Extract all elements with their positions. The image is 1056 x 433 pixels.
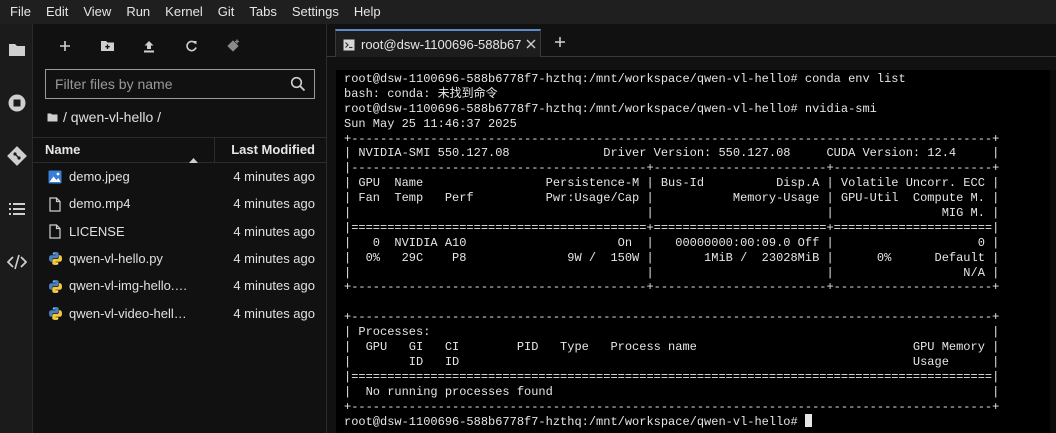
breadcrumb-path[interactable]: / qwen-vl-hello / [63,109,161,125]
file-icon [47,224,63,240]
terminal-line: +---------------------------------------… [344,280,1000,295]
python-file-icon [47,251,63,267]
terminal-line: +---------------------------------------… [344,399,1000,414]
terminal-icon [343,38,355,51]
terminal-output: root@dsw-1100696-588b6778f7-hzthq:/mnt/w… [344,72,999,430]
column-header-name[interactable]: Name [33,138,215,163]
terminal-line: |=======================================… [344,220,1000,235]
tab-label: root@dsw-1100696-588b677 [361,36,521,52]
terminal-cursor [804,414,812,428]
python-file-icon [47,306,63,322]
terminal-line: | GPU Name Persistence-M | Bus-Id Disp.A… [344,176,1000,191]
menu-edit[interactable]: Edit [40,0,74,24]
terminal-line: |---------------------------------------… [344,161,1000,176]
git-clone-icon[interactable] [223,36,243,56]
file-name: demo.mp4 [69,196,131,212]
menu-settings[interactable]: Settings [286,0,345,24]
activity-bar [0,24,33,433]
running-icon[interactable] [5,91,28,114]
file-last-modified: 4 minutes ago [233,305,315,321]
file-last-modified: 4 minutes ago [233,250,315,266]
file-name: qwen-vl-hello.py [69,250,163,266]
extensions-icon[interactable] [5,250,28,273]
plus-icon [555,37,565,47]
terminal-prompt: root@dsw-1100696-588b6778f7-hzthq:/mnt/w… [344,415,805,430]
file-list-header: Name Last Modified [33,137,327,163]
new-launcher-icon[interactable] [55,36,75,56]
file-row[interactable]: qwen-vl-hello.py 4 minutes ago [33,245,327,272]
file-row[interactable]: qwen-vl-img-hello.… 4 minutes ago [33,272,327,299]
file-last-modified: 4 minutes ago [233,169,315,184]
git-icon[interactable] [5,144,28,167]
file-browser-toolbar [33,32,327,60]
file-row[interactable]: LICENSE 4 minutes ago [33,218,327,245]
terminal-line: root@dsw-1100696-588b6778f7-hzthq:/mnt/w… [344,101,877,116]
terminal-line: | ID ID Usage | [344,354,1000,369]
folder-icon[interactable] [5,38,28,61]
terminal-line: +---------------------------------------… [344,310,1000,325]
file-row[interactable]: qwen-vl-video-hell… 4 minutes ago [33,300,327,327]
python-file-icon [47,278,63,294]
file-row[interactable]: demo.jpeg 4 minutes ago [33,163,327,190]
file-name: qwen-vl-video-hell… [69,305,187,321]
menu-help[interactable]: Help [348,0,387,24]
terminal-line: root@dsw-1100696-588b6778f7-hzthq:/mnt/w… [344,72,906,86]
terminal-line: +---------------------------------------… [344,131,1000,146]
menu-tabs[interactable]: Tabs [243,0,282,24]
tab-bar: root@dsw-1100696-588b677 [327,29,1056,57]
upload-icon[interactable] [139,36,159,56]
file-name: demo.jpeg [69,169,130,184]
terminal-line: | Processes: | [344,325,1000,340]
menu-bar: File Edit View Run Kernel Git Tabs Settings Help [0,0,1056,24]
terminal-prompt-line[interactable]: root@dsw-1100696-588b6778f7-hzthq:/mnt/w… [344,414,999,430]
close-icon[interactable] [523,36,539,52]
menu-file[interactable]: File [4,0,37,24]
file-name: qwen-vl-img-hello.… [69,278,188,294]
file-row[interactable]: demo.mp4 4 minutes ago [33,190,327,217]
terminal-line: | 0% 29C P8 9W / 150W | 1MiB / 23028MiB … [344,250,1000,265]
menu-view[interactable]: View [77,0,117,24]
file-filter-input[interactable] [46,70,286,98]
terminal-scrollbar[interactable] [1050,70,1056,433]
file-last-modified: 4 minutes ago [233,223,315,239]
search-icon [290,76,306,97]
terminal-line: | No running processes found | [344,384,1000,399]
file-icon [47,196,63,212]
terminal-line: Sun May 25 11:46:37 2025 [344,116,517,131]
new-folder-icon[interactable] [97,36,117,56]
tab-terminal[interactable]: root@dsw-1100696-588b677 [335,29,541,57]
file-last-modified: 4 minutes ago [233,278,315,294]
menu-git[interactable]: Git [212,0,241,24]
terminal-line: | | | N/A | [344,265,1000,280]
folder-icon[interactable] [47,109,58,125]
main-area: root@dsw-1100696-588b677 root@dsw-110069… [327,24,1056,433]
menu-run[interactable]: Run [120,0,156,24]
terminal-line: | NVIDIA-SMI 550.127.08 Driver Version: … [344,146,1000,161]
terminal-line: | Fan Temp Perf Pwr:Usage/Cap | Memory-U… [344,191,1000,206]
terminal-line: bash: conda: 未找到命令 [344,86,498,101]
terminal-line: | GPU GI CI PID Type Process name GPU Me… [344,340,1000,355]
file-filter-search [45,69,315,99]
table-of-contents-icon[interactable] [5,197,28,220]
terminal-line: |=======================================… [344,369,1000,384]
file-name: LICENSE [69,223,125,239]
terminal-line: | 0 NVIDIA A10 On | 00000000:00:09.0 Off… [344,235,1000,250]
add-tab-button[interactable] [549,31,571,53]
terminal-line: | | | MIG M. | [344,206,1000,221]
menu-kernel[interactable]: Kernel [159,0,209,24]
column-header-last-modified[interactable]: Last Modified [215,138,327,162]
breadcrumb: / qwen-vl-hello / [47,108,161,126]
terminal-panel[interactable]: root@dsw-1100696-588b6778f7-hzthq:/mnt/w… [336,70,1056,433]
image-file-icon [47,169,63,185]
file-browser: / qwen-vl-hello / Name Last Modified dem… [33,24,327,433]
refresh-icon[interactable] [181,36,201,56]
file-last-modified: 4 minutes ago [233,196,315,212]
